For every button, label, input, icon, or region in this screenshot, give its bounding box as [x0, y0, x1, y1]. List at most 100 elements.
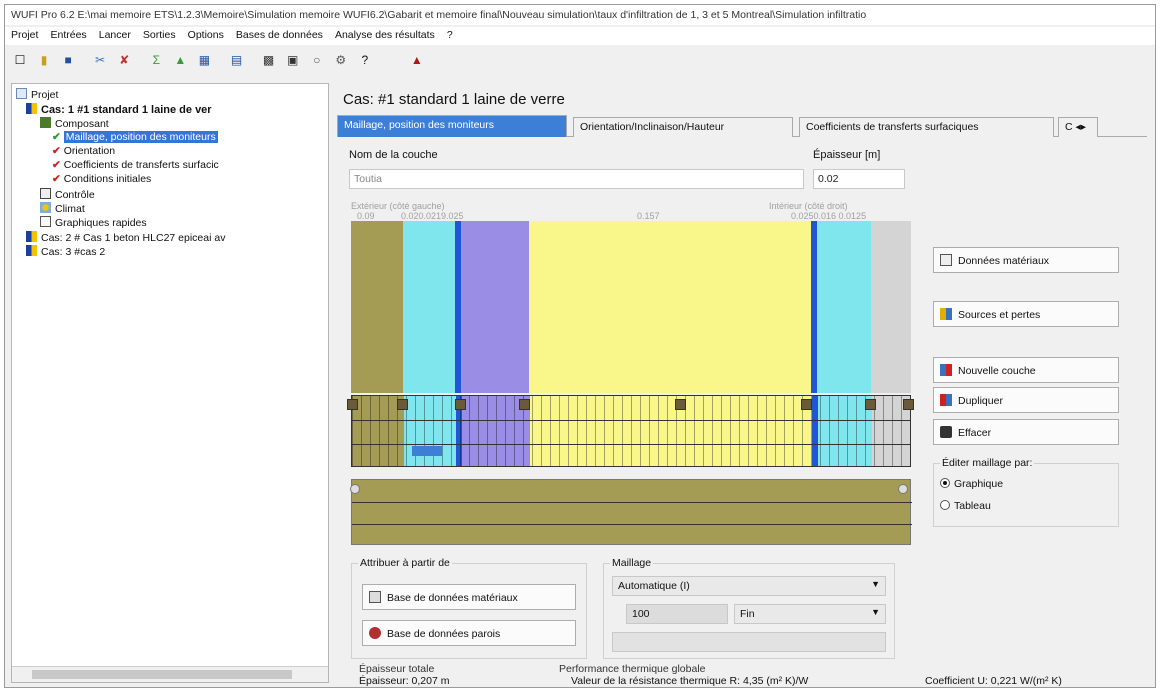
chart-icon[interactable]: ▤	[228, 51, 246, 69]
tree-climate[interactable]: Climat	[40, 202, 85, 215]
performance-title: Performance thermique globale	[559, 663, 706, 675]
menu-analyse[interactable]: Analyse des résultats	[335, 29, 435, 41]
save-icon[interactable]: ■	[59, 51, 77, 69]
wall-db-button[interactable]: Base de données parois	[362, 620, 576, 646]
menu-bases-de-donnees[interactable]: Bases de données	[236, 29, 323, 41]
layers-icon[interactable]: ▣	[284, 51, 302, 69]
monitor-icon[interactable]	[397, 399, 408, 410]
layer-airgap-int[interactable]	[817, 221, 871, 393]
chevron-down-icon: ▼	[871, 607, 880, 617]
tree-item-mesh-label: Maillage, position des moniteurs	[63, 131, 218, 143]
tree-case-2[interactable]: Cas: 2 # Cas 1 beton HLC27 epiceai av	[26, 231, 225, 244]
exterior-label: Extérieur (côté gauche)	[351, 201, 445, 211]
tree-item-orientation-label: Orientation	[63, 145, 116, 157]
duplicate-icon	[940, 394, 952, 406]
material-icon	[940, 254, 952, 266]
overview-strip[interactable]	[350, 479, 912, 545]
layer-sheathing[interactable]	[461, 221, 529, 393]
circle-icon[interactable]: ○	[308, 51, 326, 69]
monitor-icon[interactable]	[347, 399, 358, 410]
tab-coefficients[interactable]: Coefficients de transferts surfaciques	[799, 117, 1054, 137]
results-icon[interactable]: ▦	[195, 51, 213, 69]
monitor-icon[interactable]	[519, 399, 530, 410]
tree-item-initial-conditions[interactable]: ✔ Conditions initiales	[52, 173, 151, 186]
menu-projet[interactable]: Projet	[11, 29, 38, 41]
monitor-icon[interactable]	[455, 399, 466, 410]
overview-handle-left[interactable]	[350, 484, 360, 494]
cut-icon[interactable]: ✂	[91, 51, 109, 69]
radio-tableau[interactable]: Tableau	[940, 500, 991, 512]
menu-sorties[interactable]: Sorties	[143, 29, 176, 41]
menu-lancer[interactable]: Lancer	[99, 29, 131, 41]
case-title: Cas: #1 standard 1 laine de verre	[343, 91, 565, 108]
menu-bar: Projet Entrées Lancer Sorties Options Ba…	[5, 27, 1155, 45]
material-data-button-label: Données matériaux	[958, 255, 1050, 267]
size-label-1: 0.09	[357, 211, 375, 221]
project-tree: Projet Cas: 1 #1 standard 1 laine de ver…	[11, 83, 329, 683]
tree-control[interactable]: Contrôle	[40, 188, 95, 201]
menu-entrees[interactable]: Entrées	[51, 29, 87, 41]
tree-case-1[interactable]: Cas: 1 #1 standard 1 laine de ver	[26, 103, 212, 116]
scrollbar-thumb[interactable]	[32, 670, 292, 679]
layer-diagram[interactable]	[351, 221, 911, 393]
tab-more-label: C	[1065, 121, 1073, 133]
calc-icon[interactable]: Σ	[147, 51, 165, 69]
radio-tableau-label: Tableau	[954, 500, 991, 512]
material-db-button[interactable]: Base de données matériaux	[362, 584, 576, 610]
layer-name-label: Nom de la couche	[349, 149, 438, 161]
help-icon[interactable]: ?	[356, 51, 374, 69]
radio-unselected-icon	[940, 500, 950, 510]
new-icon[interactable]: ☐	[11, 51, 29, 69]
material-data-button[interactable]: Données matériaux	[933, 247, 1119, 273]
radio-graphique[interactable]: Graphique	[940, 478, 1003, 490]
edit-mesh-group: Éditer maillage par: Graphique Tableau	[933, 457, 1119, 527]
tree-item-mesh[interactable]: ✔ Maillage, position des moniteurs	[52, 131, 218, 144]
sources-button[interactable]: Sources et pertes	[933, 301, 1119, 327]
tab-mesh[interactable]: Maillage, position des moniteurs	[337, 115, 567, 137]
run-icon[interactable]: ▲	[171, 51, 189, 69]
mesh-count-field[interactable]: 100	[626, 604, 728, 624]
size-label-2: 0.020.0219.025	[401, 211, 464, 221]
tree-climate-label: Climat	[55, 203, 85, 215]
settings-icon[interactable]: ⚙	[332, 51, 350, 69]
tree-item-orientation[interactable]: ✔ Orientation	[52, 145, 115, 158]
table-icon[interactable]: ▩	[260, 51, 278, 69]
tree-component[interactable]: Composant	[40, 117, 109, 130]
wufi-icon[interactable]: ▲	[408, 51, 426, 69]
layer-insulation[interactable]	[529, 221, 811, 393]
layer-gypsum[interactable]	[871, 221, 911, 393]
open-icon[interactable]: ▮	[35, 51, 53, 69]
tree-quick-graphs[interactable]: Graphiques rapides	[40, 216, 147, 229]
layer-airgap-ext[interactable]	[403, 221, 455, 393]
assign-title: Attribuer à partir de	[358, 557, 452, 569]
mesh-mode-select[interactable]: Automatique (I) ▼	[612, 576, 886, 596]
tab-orientation[interactable]: Orientation/Inclinaison/Hauteur	[573, 117, 793, 137]
monitor-icon[interactable]	[675, 399, 686, 410]
tree-item-coefficients[interactable]: ✔ Coefficients de transferts surfacic	[52, 159, 219, 172]
thickness-field[interactable]: 0.02	[813, 169, 905, 189]
overview-handle-right[interactable]	[898, 484, 908, 494]
layer-name-field[interactable]: Toutia	[349, 169, 804, 189]
tab-more[interactable]: C ◂▸	[1058, 117, 1098, 137]
monitor-icon[interactable]	[903, 399, 914, 410]
tree-control-label: Contrôle	[55, 189, 95, 201]
menu-options[interactable]: Options	[188, 29, 224, 41]
new-layer-button[interactable]: Nouvelle couche	[933, 357, 1119, 383]
tree-horizontal-scrollbar[interactable]	[12, 666, 328, 682]
menu-help[interactable]: ?	[447, 29, 453, 41]
main-panel: Cas: #1 standard 1 laine de verre Mailla…	[333, 83, 1155, 687]
monitor-icon[interactable]	[801, 399, 812, 410]
mesh-fineness-select[interactable]: Fin ▼	[734, 604, 886, 624]
tab-scroll-right-icon[interactable]: ▸	[1081, 121, 1086, 133]
mesh-grid[interactable]	[351, 395, 911, 467]
check-icon: ✔	[52, 131, 61, 143]
duplicate-button[interactable]: Dupliquer	[933, 387, 1119, 413]
interior-label: Intérieur (côté droit)	[769, 201, 848, 211]
monitor-icon[interactable]	[865, 399, 876, 410]
database-icon	[369, 591, 381, 603]
delete-button[interactable]: Effacer	[933, 419, 1119, 445]
copy-icon[interactable]: ✘	[115, 51, 133, 69]
tree-case-3[interactable]: Cas: 3 #cas 2	[26, 245, 105, 258]
tree-root[interactable]: Projet	[16, 88, 58, 101]
layer-brick[interactable]	[351, 221, 403, 393]
